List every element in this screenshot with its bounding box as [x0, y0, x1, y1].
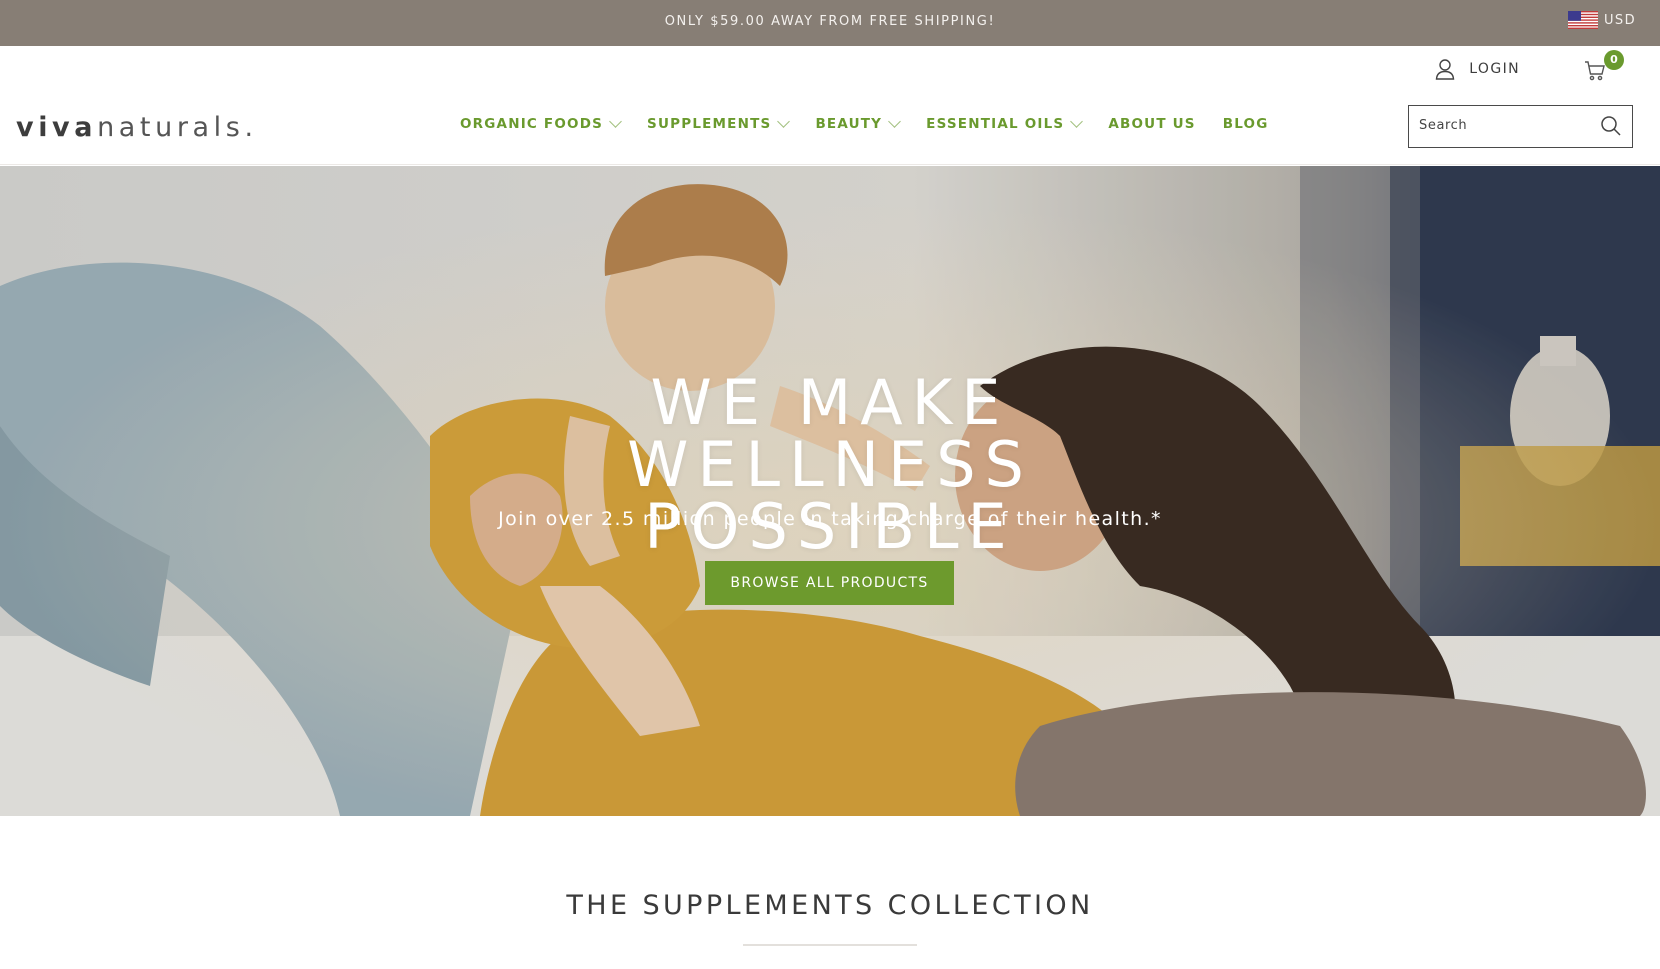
- chevron-down-icon: [609, 115, 622, 128]
- free-shipping-message: ONLY $59.00 AWAY FROM FREE SHIPPING!: [664, 14, 996, 29]
- us-flag-icon: [1568, 11, 1599, 29]
- login-link[interactable]: LOGIN: [1435, 58, 1520, 80]
- nav-item-beauty[interactable]: BEAUTY: [815, 115, 902, 132]
- browse-all-products-button[interactable]: BROWSE ALL PRODUCTS: [705, 561, 954, 605]
- nav-item-organic-foods[interactable]: ORGANIC FOODS: [460, 115, 622, 132]
- nav-item-label: ABOUT US: [1108, 116, 1196, 132]
- hero-title: WE MAKE WELLNESS POSSIBLE: [627, 366, 1033, 563]
- nav-item-about-us[interactable]: ABOUT US: [1108, 116, 1195, 132]
- site-header: vivanaturals. LOGIN 0 ORGANIC FOODS SUPP…: [0, 46, 1660, 165]
- site-logo[interactable]: vivanaturals.: [16, 112, 258, 143]
- user-icon: [1435, 59, 1455, 80]
- currency-label: USD: [1604, 12, 1636, 28]
- currency-selector[interactable]: USD: [1568, 11, 1636, 29]
- main-nav: ORGANIC FOODS SUPPLEMENTS BEAUTY ESSENTI…: [460, 115, 1269, 132]
- nav-item-label: BLOG: [1222, 116, 1269, 132]
- cart-button[interactable]: 0: [1582, 50, 1624, 84]
- search-icon[interactable]: [1600, 115, 1622, 137]
- chevron-down-icon: [1070, 115, 1084, 128]
- nav-item-essential-oils[interactable]: ESSENTIAL OILS: [926, 115, 1084, 132]
- logo-text-light: naturals.: [97, 112, 258, 143]
- nav-item-label: ESSENTIAL OILS: [926, 116, 1065, 132]
- nav-item-label: BEAUTY: [815, 116, 883, 132]
- collection-divider: [743, 944, 917, 946]
- nav-item-supplements[interactable]: SUPPLEMENTS: [647, 115, 791, 132]
- logo-text-bold: viva: [16, 112, 98, 143]
- announcement-bar: ONLY $59.00 AWAY FROM FREE SHIPPING! USD: [0, 0, 1660, 46]
- hero-subtitle: Join over 2.5 million people in taking c…: [498, 508, 1162, 530]
- chevron-down-icon: [888, 115, 902, 128]
- hero-banner: WE MAKE WELLNESS POSSIBLE Join over 2.5 …: [0, 166, 1660, 816]
- nav-item-label: SUPPLEMENTS: [647, 116, 772, 132]
- login-label: LOGIN: [1469, 61, 1520, 77]
- nav-item-blog[interactable]: BLOG: [1223, 116, 1269, 132]
- cart-icon: [1585, 61, 1605, 81]
- collection-title: THE SUPPLEMENTS COLLECTION: [566, 890, 1094, 921]
- chevron-down-icon: [777, 115, 791, 128]
- cart-count-badge: 0: [1604, 50, 1624, 70]
- search-input[interactable]: [1419, 118, 1589, 133]
- search-box: [1408, 105, 1633, 148]
- nav-item-label: ORGANIC FOODS: [460, 116, 604, 132]
